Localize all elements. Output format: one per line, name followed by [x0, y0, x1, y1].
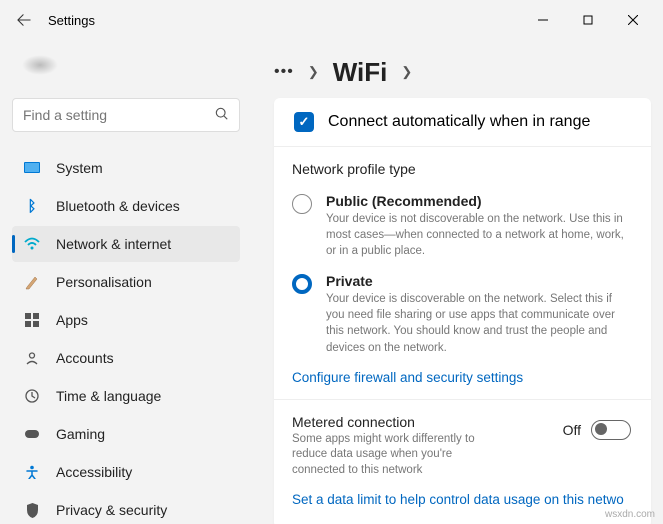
sidebar-item-system[interactable]: System: [12, 150, 240, 186]
page-title: WiFi: [333, 57, 388, 88]
person-icon: [22, 348, 42, 368]
sidebar-item-gaming[interactable]: Gaming: [12, 416, 240, 452]
metered-section: Metered connection Some apps might work …: [274, 400, 651, 524]
search-icon: [215, 107, 229, 124]
metered-toggle-label: Off: [563, 422, 581, 438]
auto-connect-label: Connect automatically when in range: [328, 113, 590, 131]
metered-toggle[interactable]: [591, 420, 631, 440]
minimize-icon: [538, 15, 548, 25]
sidebar-item-accounts[interactable]: Accounts: [12, 340, 240, 376]
close-icon: [628, 15, 638, 25]
window-controls: [520, 5, 655, 35]
profile-type-title: Network profile type: [292, 161, 631, 177]
chevron-right-icon: ❯: [308, 64, 319, 80]
accessibility-icon: [22, 462, 42, 482]
metered-title: Metered connection: [292, 414, 563, 430]
search-box[interactable]: [12, 98, 240, 132]
breadcrumb: ••• ❯ WiFi ❯: [274, 52, 651, 92]
profile-type-section: Network profile type Public (Recommended…: [274, 147, 651, 400]
public-profile-option[interactable]: Public (Recommended) Your device is not …: [322, 193, 631, 259]
content-area: ••• ❯ WiFi ❯ ✓ Connect automatically whe…: [250, 40, 663, 524]
private-desc: Your device is discoverable on the netwo…: [326, 291, 631, 355]
radio-public[interactable]: [292, 194, 312, 214]
firewall-link[interactable]: Configure firewall and security settings: [292, 370, 631, 385]
auto-connect-checkbox[interactable]: ✓: [294, 112, 314, 132]
sidebar-item-label: Bluetooth & devices: [56, 198, 180, 214]
titlebar: Settings: [0, 0, 663, 40]
toggle-knob-icon: [595, 423, 607, 435]
breadcrumb-more-icon[interactable]: •••: [274, 63, 294, 81]
apps-icon: [22, 310, 42, 330]
clock-icon: [22, 386, 42, 406]
auto-connect-row[interactable]: ✓ Connect automatically when in range: [274, 98, 651, 147]
app-title: Settings: [48, 13, 95, 28]
sidebar-item-label: Gaming: [56, 426, 105, 442]
maximize-icon: [583, 15, 593, 25]
sidebar-item-label: Apps: [56, 312, 88, 328]
private-label: Private: [326, 273, 631, 289]
sidebar-item-privacy[interactable]: Privacy & security: [12, 492, 240, 524]
sidebar-item-apps[interactable]: Apps: [12, 302, 240, 338]
sidebar-item-accessibility[interactable]: Accessibility: [12, 454, 240, 490]
sidebar: System ᛒ Bluetooth & devices Network & in…: [0, 40, 250, 524]
sidebar-item-label: Network & internet: [56, 236, 171, 252]
sidebar-item-label: System: [56, 160, 103, 176]
private-profile-option[interactable]: Private Your device is discoverable on t…: [322, 273, 631, 355]
search-input[interactable]: [23, 107, 215, 123]
public-label: Public (Recommended): [326, 193, 631, 209]
close-button[interactable]: [610, 5, 655, 35]
metered-desc: Some apps might work differently to redu…: [292, 432, 492, 479]
sidebar-item-label: Privacy & security: [56, 502, 167, 518]
sidebar-item-label: Accessibility: [56, 464, 132, 480]
checkmark-icon: ✓: [299, 114, 310, 130]
sidebar-item-bluetooth[interactable]: ᛒ Bluetooth & devices: [12, 188, 240, 224]
minimize-button[interactable]: [520, 5, 565, 35]
user-account-row[interactable]: [12, 50, 240, 80]
wifi-icon: [22, 234, 42, 254]
shield-icon: [22, 500, 42, 520]
sidebar-item-personalisation[interactable]: Personalisation: [12, 264, 240, 300]
radio-private[interactable]: [292, 274, 312, 294]
nav-list: System ᛒ Bluetooth & devices Network & in…: [12, 150, 240, 524]
sidebar-item-label: Time & language: [56, 388, 161, 404]
gaming-icon: [22, 424, 42, 444]
settings-panel: ✓ Connect automatically when in range Ne…: [274, 98, 651, 524]
sidebar-item-label: Accounts: [56, 350, 114, 366]
public-desc: Your device is not discoverable on the n…: [326, 211, 631, 259]
chevron-right-icon: ❯: [401, 64, 412, 80]
bluetooth-icon: ᛒ: [22, 196, 42, 216]
sidebar-item-network[interactable]: Network & internet: [12, 226, 240, 262]
arrow-left-icon: [17, 13, 31, 27]
back-button[interactable]: [8, 4, 40, 36]
avatar-icon: [22, 55, 58, 75]
system-icon: [22, 158, 42, 178]
data-limit-link[interactable]: Set a data limit to help control data us…: [292, 492, 631, 507]
brush-icon: [22, 272, 42, 292]
watermark: wsxdn.com: [605, 509, 655, 520]
sidebar-item-label: Personalisation: [56, 274, 152, 290]
metered-toggle-group: Off: [563, 420, 631, 440]
maximize-button[interactable]: [565, 5, 610, 35]
sidebar-item-time[interactable]: Time & language: [12, 378, 240, 414]
